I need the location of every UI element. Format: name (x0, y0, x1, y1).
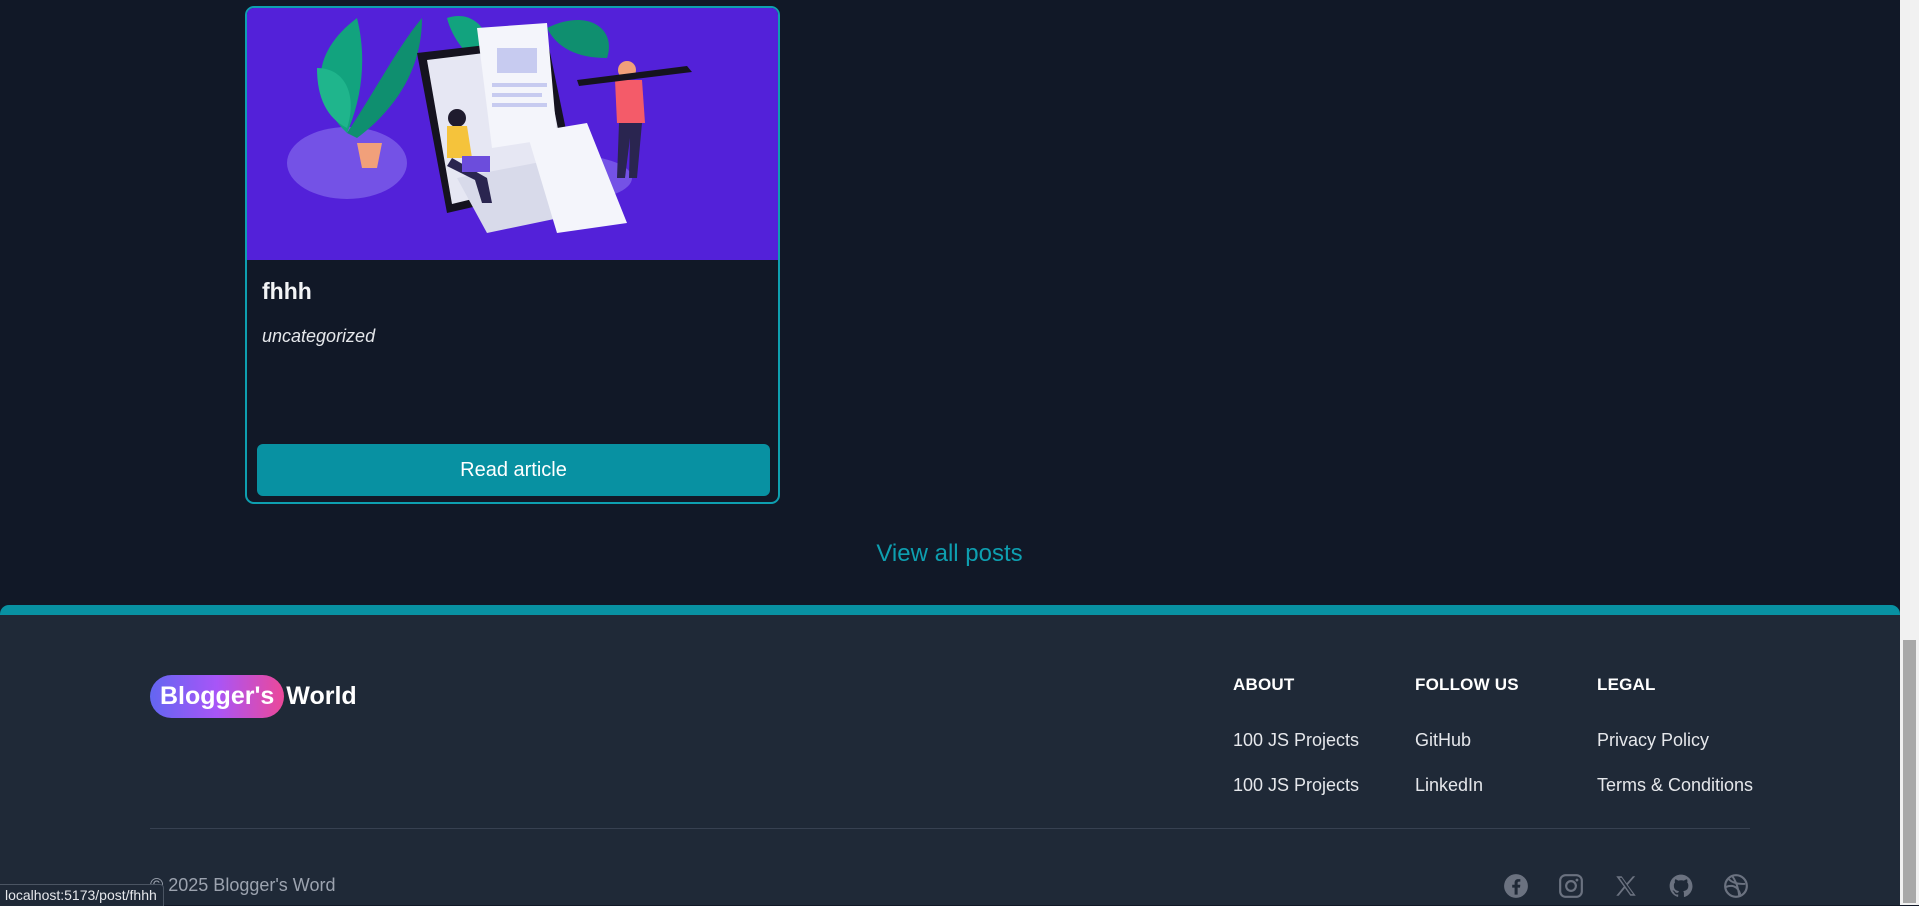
view-all-posts-link[interactable]: View all posts (0, 540, 1899, 568)
footer-column-follow: FOLLOW US GitHub LinkedIn (1415, 675, 1519, 795)
instagram-icon[interactable] (1558, 873, 1584, 899)
footer-heading-follow: FOLLOW US (1415, 675, 1519, 694)
social-links (1503, 873, 1749, 899)
footer-link-100-js-projects[interactable]: 100 JS Projects (1233, 730, 1359, 751)
logo-pill: Blogger's (150, 675, 285, 718)
logo-text: World (286, 682, 357, 710)
footer-link-100-js-projects-2[interactable]: 100 JS Projects (1233, 775, 1359, 796)
github-icon[interactable] (1668, 873, 1694, 899)
status-bar-url: localhost:5173/post/fhhh (0, 884, 164, 906)
dribbble-icon[interactable] (1723, 873, 1749, 899)
footer-logo[interactable]: Blogger's World (150, 675, 357, 718)
footer-link-linkedin[interactable]: LinkedIn (1415, 775, 1483, 796)
page-scrollbar[interactable] (1900, 0, 1919, 905)
post-category: uncategorized (262, 326, 376, 346)
site-footer: Blogger's World ABOUT 100 JS Projects 10… (0, 605, 1900, 905)
post-title[interactable]: fhhh (262, 278, 312, 305)
x-icon[interactable] (1613, 873, 1639, 899)
post-cover-image (247, 8, 778, 260)
post-card[interactable]: fhhh uncategorized Read article (245, 6, 780, 504)
facebook-icon[interactable] (1503, 873, 1529, 899)
footer-heading-legal: LEGAL (1597, 675, 1656, 694)
scrollbar-thumb[interactable] (1903, 640, 1916, 903)
read-article-button[interactable]: Read article (257, 444, 770, 496)
footer-column-legal: LEGAL Privacy Policy Terms & Conditions (1597, 675, 1753, 795)
footer-link-privacy-policy[interactable]: Privacy Policy (1597, 730, 1709, 751)
footer-heading-about: ABOUT (1233, 675, 1295, 694)
footer-divider (150, 828, 1750, 829)
footer-link-terms[interactable]: Terms & Conditions (1597, 775, 1753, 796)
footer-link-github[interactable]: GitHub (1415, 730, 1471, 751)
copyright-text: © 2025 Blogger's Word (150, 875, 336, 895)
footer-column-about: ABOUT 100 JS Projects 100 JS Projects (1233, 675, 1359, 795)
